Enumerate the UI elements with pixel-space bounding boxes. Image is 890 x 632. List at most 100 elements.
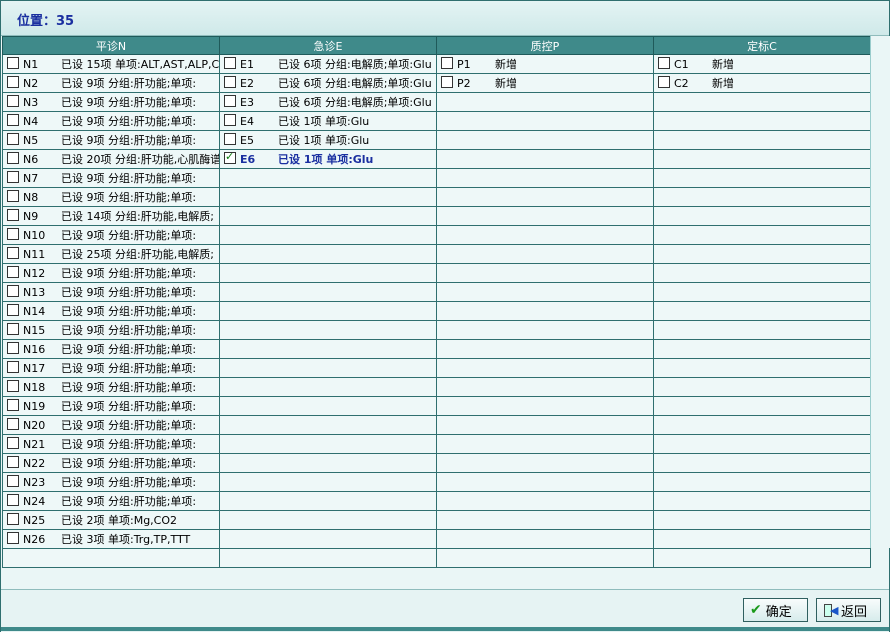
cell-routine[interactable]: N20 已设 9项 分组:肝功能;单项: [2,415,220,435]
table-row: N7 已设 9项 分组:肝功能;单项: [2,168,871,188]
cell-qc [436,529,654,549]
cell-qc [436,301,654,321]
slot-code: N3 [23,95,39,109]
slot-checkbox[interactable] [7,361,19,373]
slot-checkbox[interactable] [7,209,19,221]
slot-checkbox[interactable] [224,57,236,69]
slot-checkbox[interactable] [7,513,19,525]
cell-qc [436,282,654,302]
cell-emergency[interactable]: E6 已设 1项 单项:Glu [219,149,437,169]
slot-checkbox[interactable] [7,494,19,506]
cell-routine[interactable]: N22 已设 9项 分组:肝功能;单项: [2,453,220,473]
slot-checkbox[interactable] [7,133,19,145]
slot-checkbox[interactable] [7,323,19,335]
slot-description: 已设 20项 分组:肝功能,心肌酶谱 [61,153,220,166]
cell-routine[interactable]: N1 已设 15项 单项:ALT,AST,ALP,CH [2,54,220,74]
cell-routine[interactable]: N10 已设 9项 分组:肝功能;单项: [2,225,220,245]
cell-routine[interactable]: N15 已设 9项 分组:肝功能;单项: [2,320,220,340]
slot-description: 已设 9项 分组:肝功能;单项: [61,343,197,356]
cell-routine[interactable]: N4 已设 9项 分组:肝功能;单项: [2,111,220,131]
slot-checkbox[interactable] [7,57,19,69]
cell-routine[interactable]: N5 已设 9项 分组:肝功能;单项: [2,130,220,150]
cell-routine[interactable]: N16 已设 9项 分组:肝功能;单项: [2,339,220,359]
slot-checkbox[interactable] [7,380,19,392]
cell-routine[interactable]: N14 已设 9项 分组:肝功能;单项: [2,301,220,321]
slot-checkbox[interactable] [7,304,19,316]
slot-checkbox[interactable] [7,475,19,487]
slot-checkbox[interactable] [7,114,19,126]
slot-code: E2 [240,76,254,90]
slot-description: 新增 [495,58,517,71]
cell-routine[interactable]: N25 已设 2项 单项:Mg,CO2 [2,510,220,530]
slot-checkbox[interactable] [7,228,19,240]
slot-checkbox[interactable] [7,190,19,202]
cell-emergency[interactable]: E4 已设 1项 单项:Glu [219,111,437,131]
cell-calibration[interactable]: C1 新增 [653,54,871,74]
cell-qc [436,339,654,359]
cell-qc [436,434,654,454]
slot-checkbox[interactable] [7,437,19,449]
checkmark-icon: ✔ [750,602,762,618]
cell-routine[interactable]: N12 已设 9项 分组:肝功能;单项: [2,263,220,283]
slot-checkbox[interactable] [7,456,19,468]
cell-routine[interactable]: N8 已设 9项 分组:肝功能;单项: [2,187,220,207]
cell-routine[interactable]: N26 已设 3项 单项:Trg,TP,TTT [2,529,220,549]
cell-qc[interactable]: P1 新增 [436,54,654,74]
slot-checkbox[interactable] [7,266,19,278]
table-row: N22 已设 9项 分组:肝功能;单项: [2,453,871,473]
cell-routine[interactable]: N19 已设 9项 分组:肝功能;单项: [2,396,220,416]
slot-checkbox[interactable] [441,76,453,88]
slot-checkbox[interactable] [7,285,19,297]
slot-checkbox[interactable] [658,57,670,69]
slot-checkbox[interactable] [224,114,236,126]
slot-checkbox[interactable] [7,418,19,430]
cell-routine[interactable]: N2 已设 9项 分组:肝功能;单项: [2,73,220,93]
slot-checkbox[interactable] [7,399,19,411]
slot-checkbox[interactable] [7,532,19,544]
cell-emergency[interactable]: E5 已设 1项 单项:Glu [219,130,437,150]
cell-routine[interactable]: N21 已设 9项 分组:肝功能;单项: [2,434,220,454]
column-header-routine: 平诊N [2,36,220,55]
slot-checkbox[interactable] [7,95,19,107]
cell-routine[interactable]: N9 已设 14项 分组:肝功能,电解质; [2,206,220,226]
confirm-button[interactable]: ✔ 确定 [743,598,808,622]
table-row: N13 已设 9项 分组:肝功能;单项: [2,282,871,302]
cell-routine[interactable]: N3 已设 9项 分组:肝功能;单项: [2,92,220,112]
slot-checkbox[interactable] [658,76,670,88]
cell-routine[interactable]: N6 已设 20项 分组:肝功能,心肌酶谱 [2,149,220,169]
slot-checkbox[interactable] [224,151,236,164]
cell-emergency[interactable]: E2 已设 6项 分组:电解质;单项:Glu [219,73,437,93]
cell-qc [436,491,654,511]
cell-calibration [653,149,871,169]
cell-routine[interactable]: N18 已设 9项 分组:肝功能;单项: [2,377,220,397]
cell-calibration[interactable]: C2 新增 [653,73,871,93]
cell-routine[interactable]: N17 已设 9项 分组:肝功能;单项: [2,358,220,378]
slot-checkbox[interactable] [224,76,236,88]
slot-checkbox[interactable] [7,152,19,164]
cell-routine[interactable]: N13 已设 9项 分组:肝功能;单项: [2,282,220,302]
cell-routine[interactable]: N7 已设 9项 分组:肝功能;单项: [2,168,220,188]
slot-checkbox[interactable] [224,133,236,145]
cell-qc [436,149,654,169]
cell-emergency[interactable]: E3 已设 6项 分组:电解质;单项:Glu [219,92,437,112]
cell-routine[interactable]: N11 已设 25项 分组:肝功能,电解质; [2,244,220,264]
slot-checkbox[interactable] [441,57,453,69]
cell-routine[interactable]: N24 已设 9项 分组:肝功能;单项: [2,491,220,511]
cell-routine[interactable]: N23 已设 9项 分组:肝功能;单项: [2,472,220,492]
slot-code: N1 [23,57,39,71]
cell-emergency [219,282,437,302]
cell-emergency [219,301,437,321]
cell-qc [436,111,654,131]
slot-checkbox[interactable] [224,95,236,107]
slot-checkbox[interactable] [7,171,19,183]
slot-checkbox[interactable] [7,76,19,88]
slot-code: N8 [23,190,39,204]
back-button[interactable]: ◀ 返回 [816,598,881,622]
slot-checkbox[interactable] [7,247,19,259]
test-grid: 平诊N 急诊E 质控P 定标C N1 已设 15项 单项:ALT,AST,ALP,… [2,36,871,568]
slot-code: C1 [674,57,689,71]
cell-emergency[interactable]: E1 已设 6项 分组:电解质;单项:Glu [219,54,437,74]
slot-checkbox[interactable] [7,342,19,354]
cell-qc[interactable]: P2 新增 [436,73,654,93]
table-row: N17 已设 9项 分组:肝功能;单项: [2,358,871,378]
